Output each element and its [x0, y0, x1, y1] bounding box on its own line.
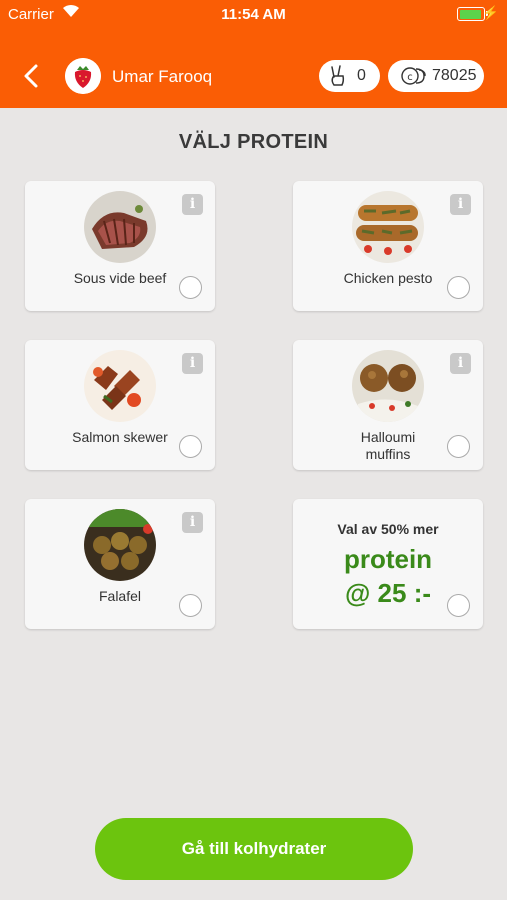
- back-arrow-icon[interactable]: [20, 62, 44, 90]
- coins-counter[interactable]: c 78025: [388, 60, 484, 92]
- charging-icon: ⚡: [482, 5, 499, 20]
- option-checkbox[interactable]: [447, 276, 470, 299]
- info-icon[interactable]: i: [182, 512, 203, 533]
- falafel-photo: [84, 509, 156, 581]
- option-card-sous-vide-beef[interactable]: i Sous vide beef: [25, 181, 215, 311]
- promo-title: protein: [343, 544, 433, 574]
- chicken-photo: [352, 191, 424, 263]
- peace-counter[interactable]: 0: [319, 60, 380, 92]
- beef-photo: [84, 191, 156, 263]
- option-checkbox[interactable]: [179, 276, 202, 299]
- halloumi-photo: [352, 350, 424, 422]
- info-icon[interactable]: i: [450, 194, 471, 215]
- salmon-photo: [84, 350, 156, 422]
- battery-icon: [457, 7, 488, 21]
- info-icon[interactable]: i: [182, 353, 203, 374]
- page-title: VÄLJ PROTEIN: [178, 131, 329, 153]
- option-checkbox[interactable]: [447, 435, 470, 458]
- peace-count: 0: [357, 67, 366, 84]
- strawberry-icon: [65, 58, 101, 94]
- next-carbs-button[interactable]: Gå till kolhydrater: [95, 818, 413, 880]
- svg-text:c: c: [407, 72, 413, 83]
- status-time: 11:54 AM: [221, 6, 286, 23]
- info-icon[interactable]: i: [182, 194, 203, 215]
- option-checkbox[interactable]: [447, 594, 470, 617]
- option-checkbox[interactable]: [179, 435, 202, 458]
- option-card-salmon-skewer[interactable]: i Salmon skewer: [25, 340, 215, 470]
- coins-count: 78025: [432, 67, 477, 84]
- option-card-falafel[interactable]: i Falafel: [25, 499, 215, 629]
- user-name: Umar Farooq: [112, 67, 213, 86]
- status-bar: Carrier 11:54 AM ⚡: [0, 0, 507, 30]
- coins-icon: c: [401, 67, 426, 85]
- peace-hand-icon: [331, 65, 345, 86]
- app-header: Carrier 11:54 AM ⚡ Umar Farooq 0 c 78025: [0, 0, 507, 108]
- avatar[interactable]: [65, 58, 101, 94]
- info-icon[interactable]: i: [450, 353, 471, 374]
- option-card-chicken-pesto[interactable]: i Chicken pesto: [293, 181, 483, 311]
- option-checkbox[interactable]: [179, 594, 202, 617]
- option-card-extra-protein[interactable]: Val av 50% mer protein @ 25 :-: [293, 499, 483, 629]
- option-card-halloumi-muffins[interactable]: i Halloumi muffins: [293, 340, 483, 470]
- promo-subtitle: Val av 50% mer: [337, 521, 439, 537]
